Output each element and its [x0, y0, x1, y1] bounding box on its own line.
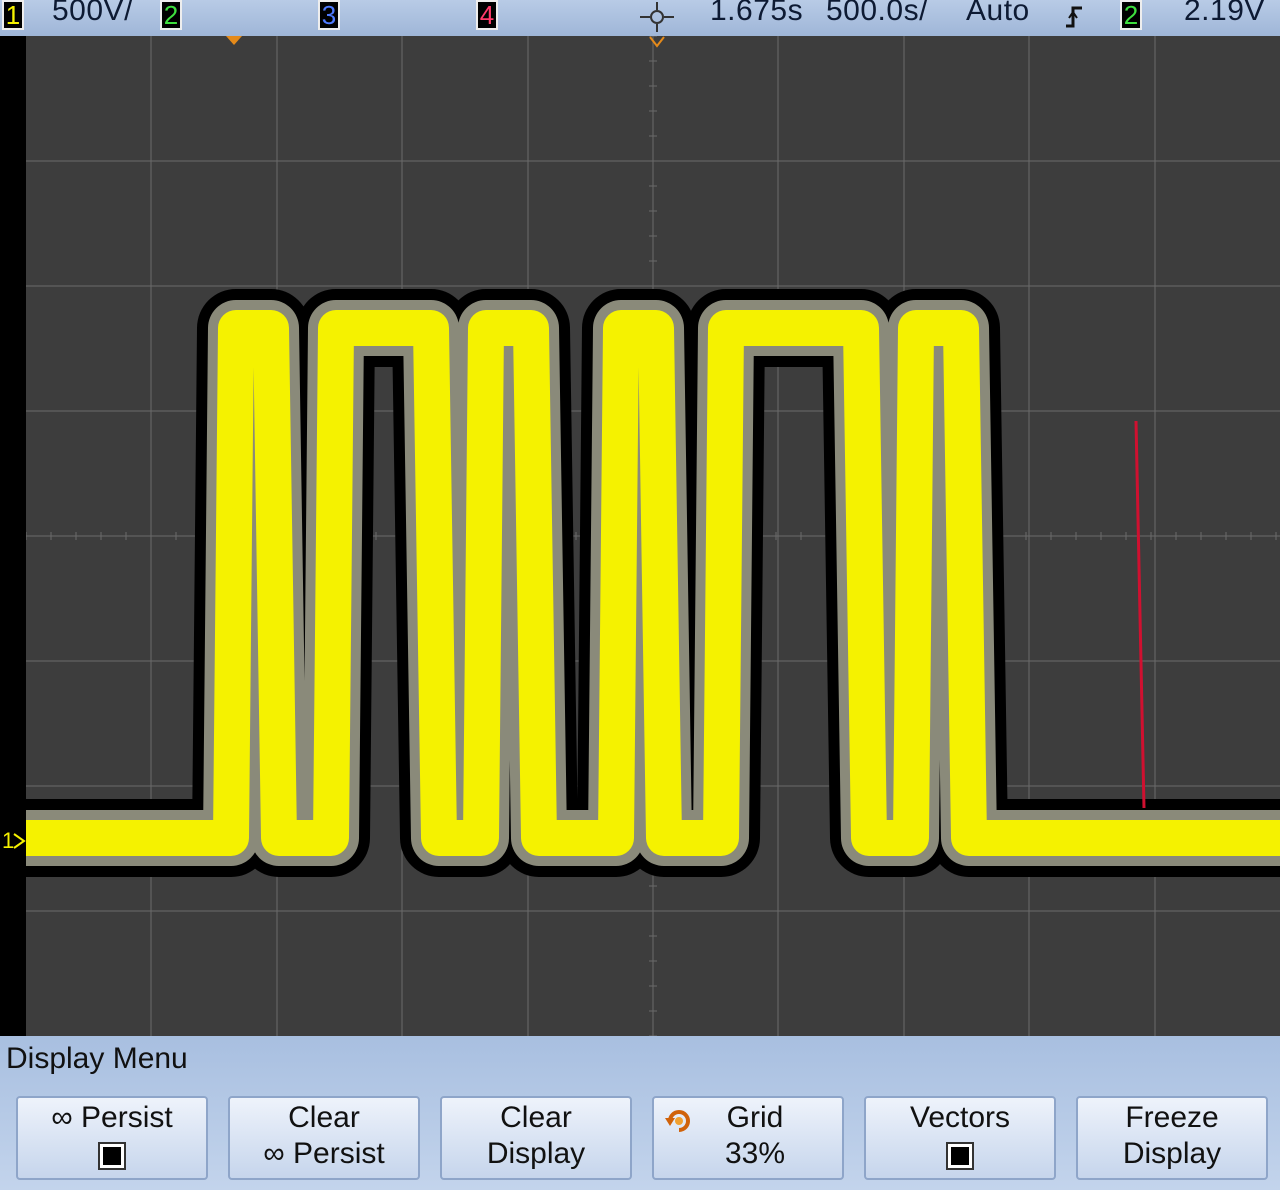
trigger-point-icon — [640, 2, 674, 32]
trigger-channel-badge[interactable]: 2 — [1120, 0, 1142, 30]
menu-title: Display Menu — [6, 1042, 188, 1075]
channel-2-badge[interactable]: 2 — [160, 0, 182, 30]
softkey-label: Freeze — [1125, 1101, 1219, 1134]
vectors-button[interactable]: Vectors — [864, 1096, 1056, 1180]
status-bar: 1 500V/ 2 3 4 1.675s 500.0s/ Auto 2 2.19… — [0, 0, 1280, 38]
softkey-sublabel: ∞ Persist — [263, 1137, 385, 1170]
softkey-menu: Display Menu ∞ Persist Clear ∞ Persist C… — [0, 1036, 1280, 1190]
waveform-plot — [26, 36, 1280, 1036]
waveform-display[interactable] — [26, 36, 1280, 1036]
time-reference-marker — [226, 36, 242, 45]
softkey-label: ∞ Persist — [51, 1101, 173, 1134]
rotate-knob-icon — [665, 1110, 690, 1132]
softkey-sublabel: Display — [486, 1137, 586, 1170]
time-scale: 500.0s/ — [826, 0, 928, 27]
persist-checkbox[interactable] — [98, 1142, 126, 1170]
trigger-position-marker — [649, 36, 665, 48]
softkey-label: Vectors — [909, 1101, 1011, 1134]
channel-1-scale: 500V/ — [52, 0, 133, 27]
infinite-persist-button[interactable]: ∞ Persist — [16, 1096, 208, 1180]
time-delay: 1.675s — [710, 0, 804, 27]
channel-1-badge[interactable]: 1 — [2, 0, 24, 30]
channel-4-badge[interactable]: 4 — [476, 0, 498, 30]
screen-left-margin — [0, 36, 26, 1036]
clear-display-button[interactable]: Clear Display — [440, 1096, 632, 1180]
softkey-label: Clear — [500, 1101, 572, 1134]
channel-3-badge[interactable]: 3 — [318, 0, 340, 30]
clear-persist-button[interactable]: Clear ∞ Persist — [228, 1096, 420, 1180]
channel-1-ground-marker: 1 — [2, 828, 26, 853]
grid-intensity-button[interactable]: Grid 33% — [652, 1096, 844, 1180]
grid-intensity-value: 33% — [724, 1137, 786, 1170]
softkey-sublabel: Display — [1122, 1137, 1222, 1170]
trigger-mode: Auto — [966, 0, 1030, 27]
rising-edge-icon — [1066, 6, 1082, 28]
softkey-label: Clear — [288, 1101, 360, 1134]
trigger-level: 2.19V — [1184, 0, 1265, 27]
vectors-checkbox[interactable] — [946, 1142, 974, 1170]
svg-text:1: 1 — [2, 828, 14, 853]
freeze-display-button[interactable]: Freeze Display — [1076, 1096, 1268, 1180]
